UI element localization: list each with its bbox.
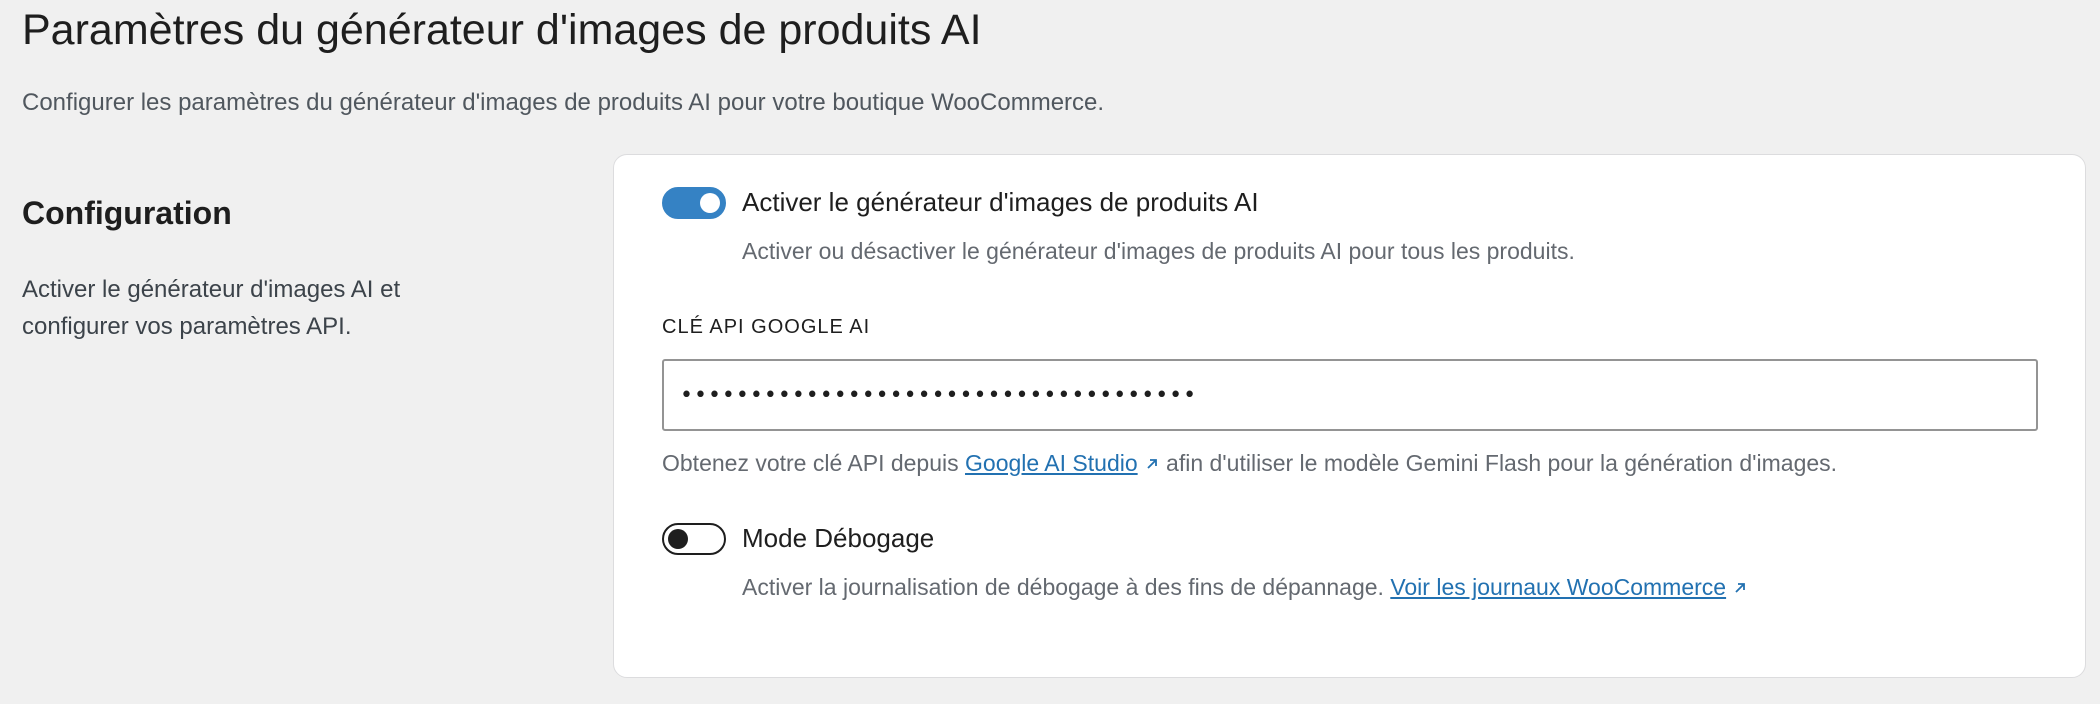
page-description: Configurer les paramètres du générateur …	[22, 89, 1105, 116]
debug-mode-toggle[interactable]	[662, 523, 726, 555]
section-title: Configuration	[22, 195, 232, 231]
debug-mode-help-text: Activer la journalisation de débogage à …	[742, 574, 1384, 600]
woocommerce-logs-link-text: Voir les journaux WooCommerce	[1390, 574, 1727, 600]
toggle-knob	[700, 193, 720, 213]
google-ai-studio-link[interactable]: Google AI Studio	[965, 450, 1138, 476]
api-key-label: CLÉ API GOOGLE AI	[662, 316, 871, 338]
settings-card: Activer le générateur d'images de produi…	[613, 154, 2086, 678]
toggle-knob	[668, 529, 688, 549]
debug-mode-help: Activer la journalisation de débogage à …	[742, 571, 1748, 603]
debug-mode-label[interactable]: Mode Débogage	[742, 521, 934, 555]
external-link-icon[interactable]	[1732, 580, 1748, 596]
page-title: Paramètres du générateur d'images de pro…	[22, 6, 982, 54]
api-key-input[interactable]	[662, 359, 2038, 431]
external-link-icon[interactable]	[1144, 456, 1160, 472]
enable-generator-help: Activer ou désactiver le générateur d'im…	[742, 238, 1575, 264]
enable-generator-label[interactable]: Activer le générateur d'images de produi…	[742, 185, 1259, 219]
woocommerce-logs-link[interactable]: Voir les journaux WooCommerce	[1390, 574, 1726, 600]
api-key-help-text-after: afin d'utiliser le modèle Gemini Flash p…	[1166, 450, 1838, 476]
api-key-help-text: Obtenez votre clé API depuis	[662, 450, 959, 476]
api-key-help: Obtenez votre clé API depuis Google AI S…	[662, 447, 1837, 479]
section-description: Activer le générateur d'images AI et con…	[22, 276, 401, 340]
google-ai-studio-link-text: Google AI Studio	[965, 450, 1138, 476]
enable-generator-toggle[interactable]	[662, 187, 726, 219]
